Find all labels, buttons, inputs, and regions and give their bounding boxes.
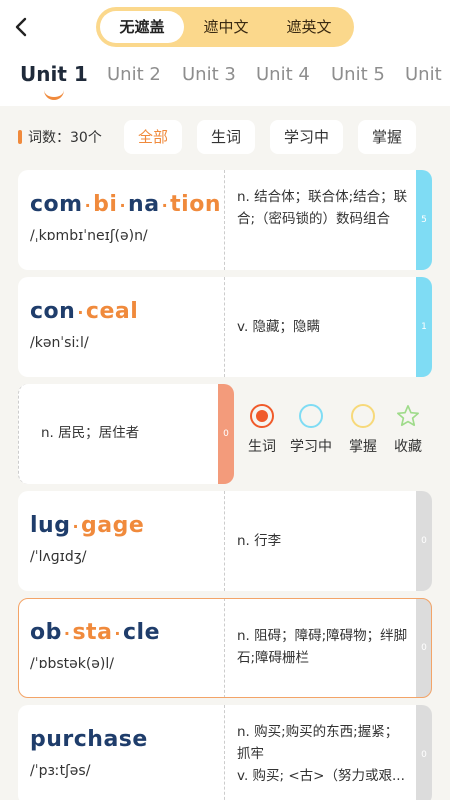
unit-tabs: Unit 1 Unit 2 Unit 3 Unit 4 Unit 5 Unit <box>0 56 450 106</box>
definition: n. 居民；居住者 <box>41 425 140 441</box>
definition: n. 行李 <box>237 533 282 549</box>
action-learning[interactable]: 学习中 <box>289 404 333 456</box>
mode-mask-chinese[interactable]: 遮中文 <box>184 11 268 43</box>
word-card[interactable]: purchase /ˈpɜːtʃəs/ n. 购买;购买的东西;握紧；抓牢 v.… <box>18 705 432 800</box>
mode-mask-english[interactable]: 遮英文 <box>268 11 350 43</box>
filter-learning[interactable]: 学习中 <box>270 120 344 154</box>
filter-all[interactable]: 全部 <box>124 120 183 154</box>
word: con ·ceal <box>30 299 139 324</box>
tab-unit-3[interactable]: Unit 3 <box>182 64 236 85</box>
tab-unit-6[interactable]: Unit <box>405 64 442 85</box>
tab-unit-2[interactable]: Unit 2 <box>107 64 161 85</box>
definition-panel: n. 购买;购买的东西;握紧；抓牢 v. 购买; <古>（努力或艰... <box>224 705 416 800</box>
word-card-swiped[interactable]: n. 居民；居住者 0 生词 学习中 掌握 收藏 <box>18 384 432 484</box>
phonetic: /ˈɒbstək(ə)l/ <box>30 656 114 672</box>
action-mastered[interactable]: 掌握 <box>341 404 385 456</box>
word-panel: lug ·gage /ˈlʌɡɪdʒ/ <box>18 491 224 591</box>
word-card-selected[interactable]: ob ·sta ·cle /ˈɒbstək(ə)l/ n. 阻碍；障碍;障碍物；绊脚… <box>18 598 432 698</box>
active-tab-indicator <box>44 90 64 100</box>
tab-unit-5[interactable]: Unit 5 <box>331 64 385 85</box>
top-bar: 无遮盖 遮中文 遮英文 <box>0 0 450 56</box>
word-panel: con ·ceal /kənˈsiːl/ <box>18 277 224 377</box>
definition-panel: n. 居民；居住者 <box>18 384 218 484</box>
status-tab[interactable]: 5 <box>416 170 432 270</box>
back-button[interactable] <box>8 14 34 40</box>
word-count: 词数：30个 <box>28 130 102 146</box>
definition-panel: n. 结合体；联合体;结合；联合;（密码锁的）数码组合 <box>224 170 416 270</box>
circle-outline-icon <box>299 404 323 428</box>
accent-bar <box>18 130 22 144</box>
phonetic: /kənˈsiːl/ <box>30 335 89 351</box>
tab-unit-1[interactable]: Unit 1 <box>20 62 88 86</box>
mask-mode-switch: 无遮盖 遮中文 遮英文 <box>96 7 354 47</box>
status-tab[interactable]: 0 <box>218 384 234 484</box>
action-new-word[interactable]: 生词 <box>240 404 284 456</box>
filter-bar: 词数：30个 全部 生词 学习中 掌握 <box>0 106 450 170</box>
filter-new[interactable]: 生词 <box>197 120 256 154</box>
tab-unit-4[interactable]: Unit 4 <box>256 64 310 85</box>
word: com ·bi ·na ·tion <box>30 192 221 217</box>
definition: n. 购买;购买的东西;握紧；抓牢 v. 购买; <古>（努力或艰... <box>237 724 405 784</box>
definition: n. 阻碍；障碍;障碍物；绊脚石;障碍栅栏 <box>237 628 408 666</box>
definition: v. 隐藏；隐瞒 <box>237 319 321 335</box>
word: lug ·gage <box>30 513 145 538</box>
word-card[interactable]: lug ·gage /ˈlʌɡɪdʒ/ n. 行李 0 <box>18 491 432 591</box>
word: purchase <box>30 727 148 752</box>
definition-panel: n. 阻碍；障碍;障碍物；绊脚石;障碍栅栏 <box>224 598 416 698</box>
chevron-left-icon <box>15 17 27 37</box>
word-panel: com ·bi ·na ·tion /ˌkɒmbɪˈneɪʃ(ə)n/ <box>18 170 224 270</box>
definition-panel: n. 行李 <box>224 491 416 591</box>
action-favorite[interactable]: 收藏 <box>386 404 430 456</box>
phonetic: /ˈpɜːtʃəs/ <box>30 763 91 779</box>
status-tab[interactable]: 0 <box>416 491 432 591</box>
mode-no-mask[interactable]: 无遮盖 <box>100 11 184 43</box>
status-tab[interactable]: 1 <box>416 277 432 377</box>
star-outline-icon <box>397 405 419 427</box>
definition: n. 结合体；联合体;结合；联合;（密码锁的）数码组合 <box>237 189 408 227</box>
definition-panel: v. 隐藏；隐瞒 <box>224 277 416 377</box>
phonetic: /ˌkɒmbɪˈneɪʃ(ə)n/ <box>30 228 148 244</box>
phonetic: /ˈlʌɡɪdʒ/ <box>30 549 87 565</box>
word-panel: purchase /ˈpɜːtʃəs/ <box>18 705 224 800</box>
radio-selected-icon <box>250 404 274 428</box>
word-card[interactable]: con ·ceal /kənˈsiːl/ v. 隐藏；隐瞒 1 <box>18 277 432 377</box>
filter-mastered[interactable]: 掌握 <box>358 120 417 154</box>
circle-outline-icon <box>351 404 375 428</box>
word: ob ·sta ·cle <box>30 620 161 645</box>
status-tab[interactable]: 0 <box>416 598 432 698</box>
word-card[interactable]: com ·bi ·na ·tion /ˌkɒmbɪˈneɪʃ(ə)n/ n. 结合体；… <box>18 170 432 270</box>
word-panel: ob ·sta ·cle /ˈɒbstək(ə)l/ <box>18 598 224 698</box>
status-tab[interactable]: 0 <box>416 705 432 800</box>
